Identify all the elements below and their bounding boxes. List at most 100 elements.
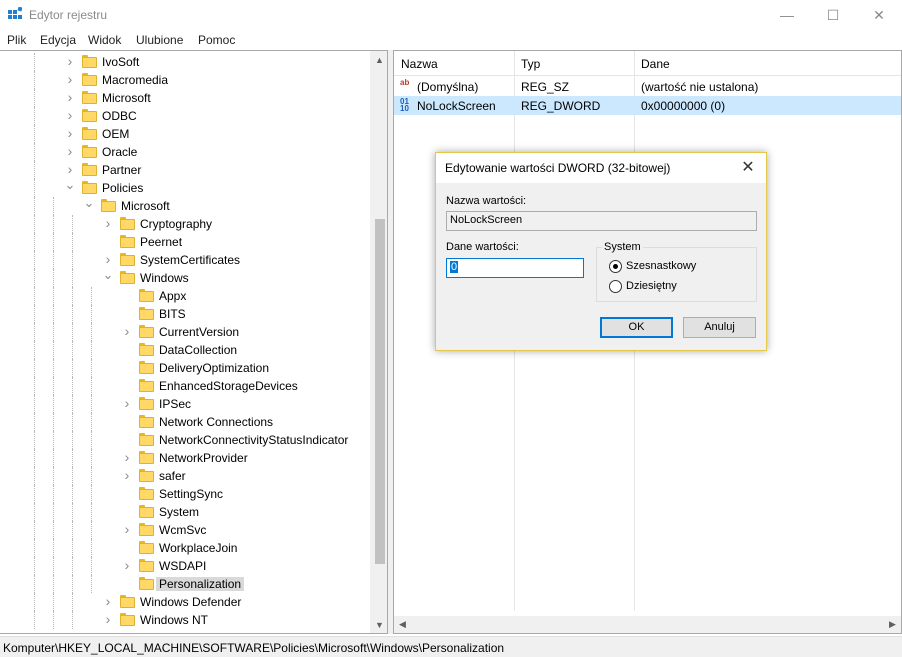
maximize-button[interactable]: ☐ xyxy=(810,0,856,30)
menu-file[interactable]: Plik xyxy=(7,33,26,47)
expand-chevron-icon[interactable]: › xyxy=(121,522,133,537)
close-button[interactable]: ✕ xyxy=(856,0,902,30)
scroll-left-icon[interactable]: ◀ xyxy=(394,616,411,633)
tree-item[interactable]: WorkplaceJoin xyxy=(0,539,369,557)
expand-chevron-icon[interactable]: › xyxy=(64,126,76,141)
menu-help[interactable]: Pomoc xyxy=(198,33,235,47)
radio-decimal[interactable] xyxy=(609,280,622,293)
tree-item[interactable]: › WcmSvc xyxy=(0,521,369,539)
tree-item[interactable]: Personalization xyxy=(0,575,369,593)
tree-guide-line xyxy=(53,251,54,269)
tree-item[interactable]: › CurrentVersion xyxy=(0,323,369,341)
expand-chevron-icon[interactable]: › xyxy=(64,162,76,177)
hexadecimal-label[interactable]: Szesnastkowy xyxy=(626,260,696,272)
cancel-button[interactable]: Anuluj xyxy=(683,317,756,338)
value-data-field[interactable]: 0 xyxy=(446,258,584,278)
tree-item[interactable]: DataCollection xyxy=(0,341,369,359)
folder-icon xyxy=(139,469,154,482)
tree-item[interactable]: › Cryptography xyxy=(0,215,369,233)
column-name-header[interactable]: Nazwa xyxy=(401,57,438,71)
tree-item[interactable]: ⌄ Windows xyxy=(0,268,369,287)
tree-item-label: IPSec xyxy=(159,397,192,411)
value-data: 0x00000000 (0) xyxy=(641,99,726,113)
minimize-button[interactable]: — xyxy=(764,0,810,30)
tree-item[interactable]: › Microsoft xyxy=(0,89,369,107)
expand-chevron-icon[interactable]: › xyxy=(121,450,133,465)
tree-item[interactable]: › WSDAPI xyxy=(0,557,369,575)
tree-item[interactable]: DeliveryOptimization xyxy=(0,359,369,377)
tree-item[interactable]: › Oracle xyxy=(0,143,369,161)
tree-item-label: WcmSvc xyxy=(159,523,207,537)
expand-chevron-icon[interactable]: › xyxy=(121,396,133,411)
scroll-up-icon[interactable]: ▲ xyxy=(371,51,387,68)
list-horizontal-scrollbar[interactable]: ◀ ▶ xyxy=(394,616,901,633)
expand-chevron-icon[interactable]: › xyxy=(102,216,114,231)
scroll-thumb[interactable] xyxy=(375,219,385,564)
tree-item[interactable]: › IvoSoft xyxy=(0,53,369,71)
tree-item[interactable]: › OEM xyxy=(0,125,369,143)
tree-guide-line xyxy=(34,215,35,233)
expand-chevron-icon[interactable]: › xyxy=(64,72,76,87)
collapse-chevron-icon[interactable]: ⌄ xyxy=(102,268,114,285)
tree-item[interactable]: Peernet xyxy=(0,233,369,251)
tree-item[interactable]: ⌄ Microsoft xyxy=(0,196,369,215)
expand-chevron-icon[interactable]: › xyxy=(64,54,76,69)
tree-item[interactable]: Network Connections xyxy=(0,413,369,431)
value-row[interactable]: 01 10 NoLockScreen REG_DWORD 0x00000000 (… xyxy=(394,96,901,115)
collapse-chevron-icon[interactable]: ⌄ xyxy=(64,178,76,195)
menu-edit[interactable]: Edycja xyxy=(40,33,76,47)
scroll-right-icon[interactable]: ▶ xyxy=(884,616,901,633)
tree-guide-line xyxy=(34,575,35,593)
tree-item[interactable]: › Partner xyxy=(0,161,369,179)
tree-item[interactable]: System xyxy=(0,503,369,521)
expand-chevron-icon[interactable]: › xyxy=(64,108,76,123)
expand-chevron-icon[interactable]: › xyxy=(64,90,76,105)
folder-icon xyxy=(139,415,154,428)
tree-guide-line xyxy=(72,233,73,251)
registry-tree[interactable]: › IvoSoft › Macromedia › Microsoft › ODBC › OEM › O… xyxy=(0,50,388,634)
tree-item[interactable]: › NetworkProvider xyxy=(0,449,369,467)
column-data-header[interactable]: Dane xyxy=(641,57,670,71)
tree-item[interactable]: › safer xyxy=(0,467,369,485)
expand-chevron-icon[interactable]: › xyxy=(102,252,114,267)
tree-guide-line xyxy=(34,593,35,611)
dialog-close-icon[interactable]: ✕ xyxy=(738,158,758,178)
tree-item[interactable]: SettingSync xyxy=(0,485,369,503)
folder-icon xyxy=(139,289,154,302)
collapse-chevron-icon[interactable]: ⌄ xyxy=(83,196,95,213)
tree-vertical-scrollbar[interactable]: ▲ ▼ xyxy=(370,51,387,633)
column-type-header[interactable]: Typ xyxy=(521,57,540,71)
tree-item[interactable]: › Windows NT xyxy=(0,611,369,629)
tree-guide-line xyxy=(53,341,54,359)
menu-view[interactable]: Widok xyxy=(88,33,121,47)
tree-item-label: Windows Defender xyxy=(140,595,242,609)
tree-item[interactable]: › Windows Defender xyxy=(0,593,369,611)
radio-hexadecimal[interactable] xyxy=(609,260,622,273)
tree-item[interactable]: › Macromedia xyxy=(0,71,369,89)
tree-item[interactable]: › IPSec xyxy=(0,395,369,413)
tree-item[interactable]: › ODBC xyxy=(0,107,369,125)
value-name-field[interactable]: NoLockScreen xyxy=(446,211,757,231)
tree-guide-line xyxy=(34,467,35,485)
expand-chevron-icon[interactable]: › xyxy=(102,594,114,609)
expand-chevron-icon[interactable]: › xyxy=(64,144,76,159)
menu-favorites[interactable]: Ulubione xyxy=(136,33,183,47)
tree-item[interactable]: ⌄ Policies xyxy=(0,178,369,197)
tree-item[interactable]: EnhancedStorageDevices xyxy=(0,377,369,395)
tree-item-label: Partner xyxy=(102,163,142,177)
tree-item[interactable]: Appx xyxy=(0,287,369,305)
expand-chevron-icon[interactable]: › xyxy=(121,558,133,573)
tree-item[interactable]: › SystemCertificates xyxy=(0,251,369,269)
expand-chevron-icon[interactable]: › xyxy=(121,468,133,483)
tree-item[interactable]: BITS xyxy=(0,305,369,323)
ok-button[interactable]: OK xyxy=(600,317,673,338)
value-row[interactable]: ab (Domyślna) REG_SZ (wartość nie ustalo… xyxy=(394,77,901,96)
decimal-label[interactable]: Dziesiętny xyxy=(626,280,677,292)
tree-item-label: DataCollection xyxy=(159,343,238,357)
tree-guide-line xyxy=(34,287,35,305)
expand-chevron-icon[interactable]: › xyxy=(121,324,133,339)
scroll-down-icon[interactable]: ▼ xyxy=(371,616,387,633)
base-groupbox xyxy=(596,247,757,302)
tree-item[interactable]: NetworkConnectivityStatusIndicator xyxy=(0,431,369,449)
expand-chevron-icon[interactable]: › xyxy=(102,612,114,627)
